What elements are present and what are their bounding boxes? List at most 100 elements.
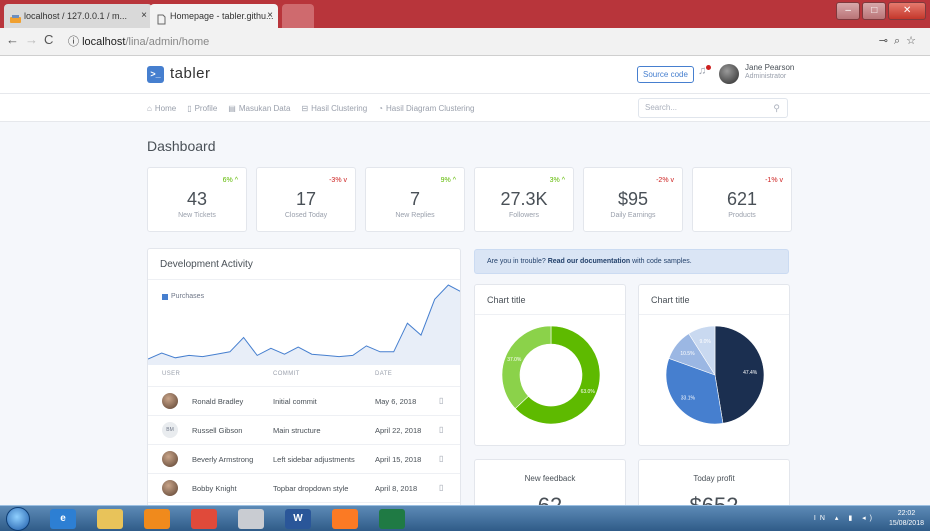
commit-message: Left sidebar adjustments [273,455,355,464]
zoom-icon[interactable]: ⌕ [894,35,906,47]
language-indicator[interactable]: IN [814,515,829,522]
avatar [162,480,178,496]
stat-label: New Tickets [178,212,216,219]
volume-icon[interactable]: ◂) [862,515,876,522]
trash-icon[interactable]: ▯ [439,454,443,463]
file-icon: ▯ [187,103,192,113]
calculator-icon[interactable] [238,509,264,529]
stat-change: -2% v [656,177,674,184]
key-icon[interactable]: ⊸ [879,35,894,47]
word-icon[interactable]: W [285,509,311,529]
legend-label: Purchases [171,293,205,300]
windows-start-icon[interactable] [6,507,30,531]
page-title: Dashboard [147,138,216,154]
internet-explorer-icon[interactable]: e [50,509,76,529]
bookmark-star-icon[interactable]: ☆ [906,35,922,47]
pie-slice [501,325,552,409]
legend-swatch [162,293,168,300]
card-title: Development Activity [160,259,253,270]
clipboard-icon: ▤ [228,103,236,113]
browser-tab-tabler[interactable]: Homepage - tabler.githu... × [150,4,278,28]
url-field[interactable]: ⓘ localhost/lina/admin/home [68,32,858,52]
nav-label: Hasil Diagram Clustering [386,103,475,113]
trash-icon[interactable]: ▯ [439,483,443,492]
maximize-icon[interactable]: □ [862,2,887,20]
donut-chart: 63.0% 37.0% [501,325,601,425]
table-row: Beverly Armstrong Left sidebar adjustment… [148,445,460,474]
stat-card: -2% v $95 Daily Earnings [583,167,683,232]
source-code-button[interactable]: Source code [637,66,694,83]
stat-label: Followers [509,212,539,219]
stat-value: 27.3K [500,189,548,209]
avatar[interactable] [719,64,739,84]
media-player-icon[interactable] [144,509,170,529]
nav-item-profile[interactable]: ▯ Profile [187,104,217,113]
app-header: >_ tabler Source code ♫ Jane Pearson Adm… [0,56,930,94]
close-window-icon[interactable]: ✕ [888,2,926,20]
commit-message: Topbar dropdown style [273,484,349,493]
windows-taskbar: e W IN ▴ ▮ ◂) 22:02 15/08/2018 [0,505,930,531]
reload-icon[interactable]: C [44,32,53,47]
stat-change: -3% v [329,177,347,184]
chrome-icon[interactable] [191,509,217,529]
stat-value: 7 [409,189,420,209]
search-placeholder: Search... [645,103,678,112]
alert-prefix: Are you in trouble? [487,258,546,265]
stat-label: Daily Earnings [610,212,656,219]
excel-icon[interactable] [379,509,405,529]
address-bar-icons: ⊸⌕☆ [879,34,922,48]
forward-arrow-icon[interactable]: → [25,32,38,47]
table-row: Bobby Knight Topbar dropdown style April 8… [148,474,460,503]
column-header-date: DATE [375,371,393,377]
stat-card: -3% v 17 Closed Today [256,167,356,232]
commit-user: Bobby Knight [192,484,237,493]
trash-icon[interactable]: ▯ [439,425,443,434]
minimize-icon[interactable]: – [836,2,861,20]
avatar [162,451,178,467]
stat-label: Products [728,212,756,219]
back-arrow-icon[interactable]: ← [6,32,19,47]
search-input[interactable]: Search... ⚲ [638,98,788,118]
browser-tab-phpmyadmin[interactable]: localhost / 127.0.0.1 / m... × [4,4,152,28]
search-icon[interactable]: ⚲ [773,99,780,117]
development-activity-card: Development Activity Purchases USER COMM… [147,248,461,508]
system-tray: IN ▴ ▮ ◂) [814,514,876,522]
xampp-icon[interactable] [332,509,358,529]
help-alert: Are you in trouble? Read our documentati… [474,249,789,274]
tab-close-icon[interactable]: × [141,4,147,28]
commit-date: April 22, 2018 [375,426,422,435]
documentation-link[interactable]: Read our documentation [548,258,630,265]
nav-item-masukan-data[interactable]: ▤ Masukan Data [228,104,290,113]
commit-date: May 6, 2018 [375,397,417,406]
url-path: /lina/admin/home [125,36,210,48]
tray-arrow-icon[interactable]: ▴ [835,515,843,522]
new-tab-button[interactable] [282,4,314,28]
avatar [162,393,178,409]
chart-legend: Purchases [162,293,204,300]
network-icon[interactable]: ▮ [848,515,856,522]
tab-close-icon[interactable]: × [267,4,273,28]
slice-label: 33.1% [681,396,696,402]
trash-icon[interactable]: ▯ [439,396,443,405]
nav-item-hasil-diagram-clustering[interactable]: ◔ Hasil Diagram Clustering [378,104,474,113]
nav-item-home[interactable]: ⌂ Home [147,104,176,113]
browser-tab-strip: localhost / 127.0.0.1 / m... × Homepage … [0,0,930,28]
tab-label: Homepage - tabler.githu... [170,11,274,21]
stat-change: 3% ^ [549,177,565,184]
tabler-logo-icon[interactable]: >_ [147,66,164,83]
nav-item-hasil-clustering[interactable]: ⊟ Hasil Clustering [301,104,367,113]
bell-icon[interactable]: ♫ [698,65,706,77]
stat-card: 9% ^ 7 New Replies [365,167,465,232]
commit-user: Ronald Bradley [192,397,244,406]
clock[interactable]: 22:02 15/08/2018 [889,509,924,529]
stat-label: Closed Today [284,212,328,219]
stat-label: New Replies [395,212,435,219]
folder-icon[interactable] [97,509,123,529]
user-name[interactable]: Jane Pearson [745,63,794,72]
avatar: BM [162,422,178,438]
chart-title: Chart title [651,295,690,305]
commit-date: April 15, 2018 [375,455,422,464]
brand-name[interactable]: tabler [170,65,211,82]
stat-value: 621 [726,189,758,209]
card-title: Today profit [693,474,735,483]
